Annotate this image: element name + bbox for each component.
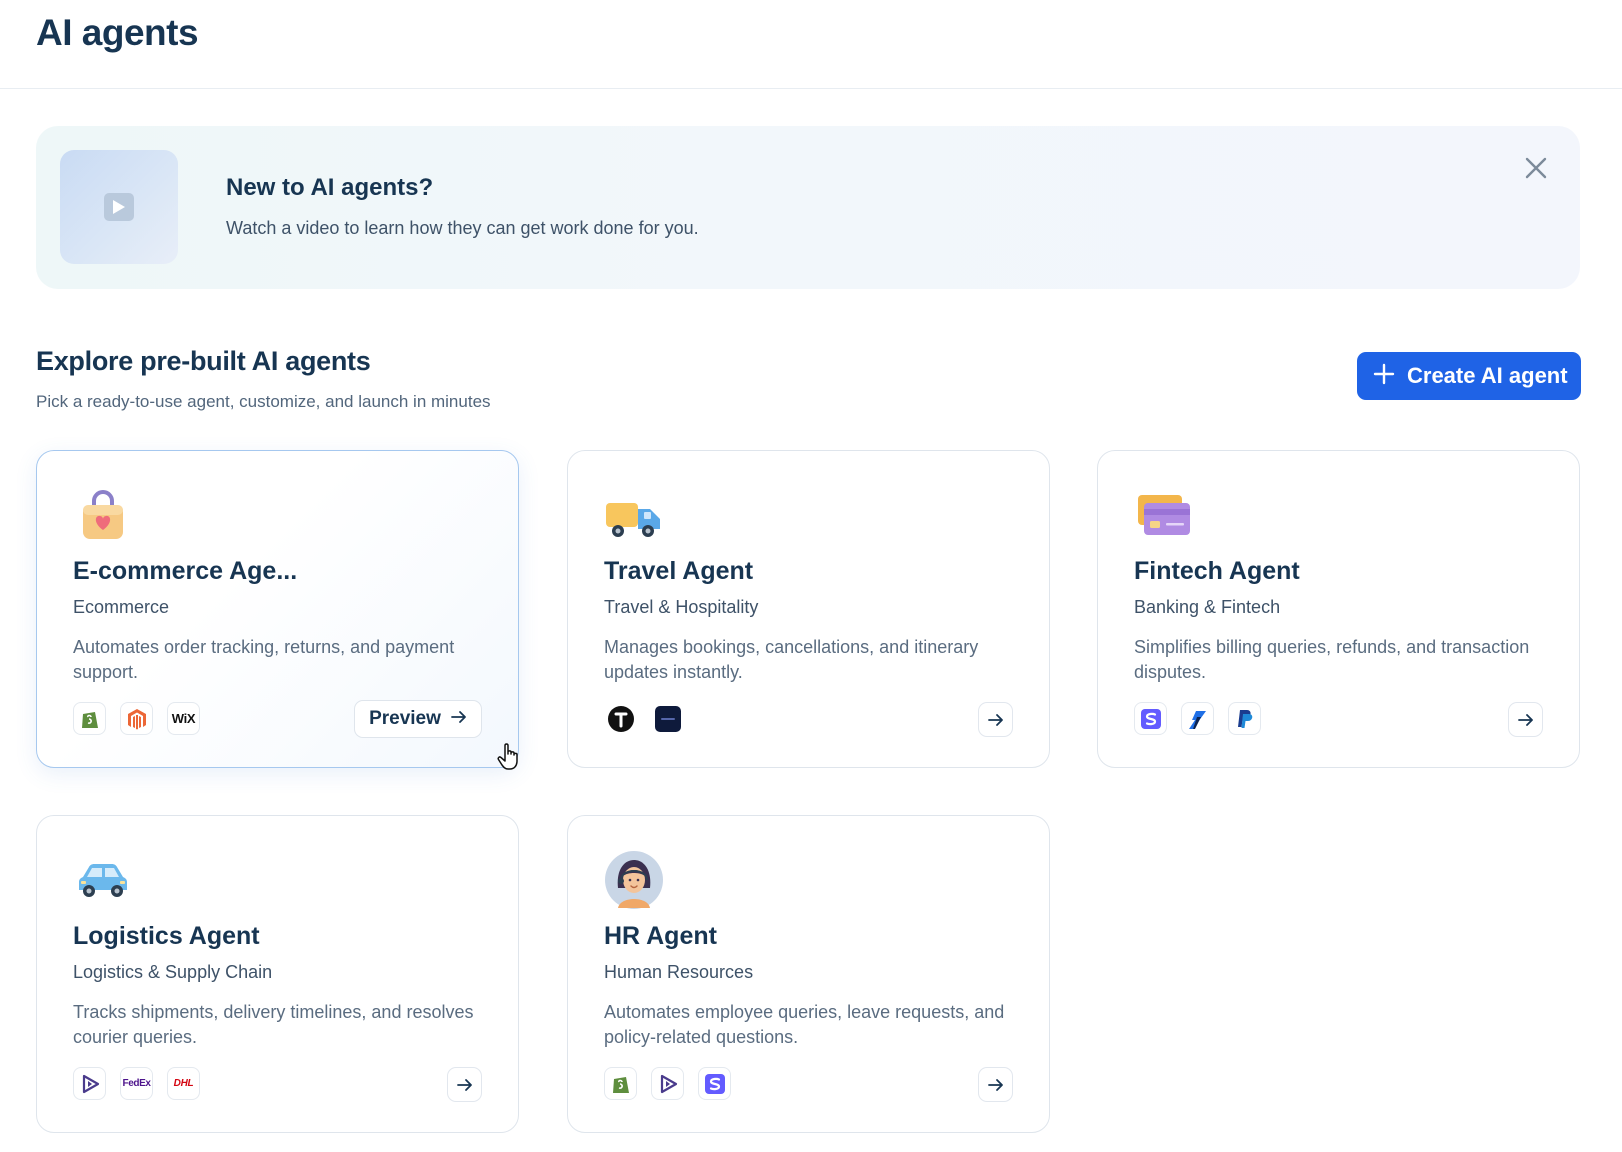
dhl-icon: DHL	[167, 1067, 200, 1100]
preview-label: Preview	[369, 708, 441, 729]
shopify-icon	[604, 1067, 637, 1100]
agent-category: Logistics & Supply Chain	[73, 962, 273, 982]
delivery-truck-icon	[604, 485, 664, 545]
fedex-icon: FedEx	[120, 1067, 153, 1100]
create-ai-agent-button[interactable]: Create AI agent	[1357, 352, 1581, 400]
banner-subtitle: Watch a video to learn how they can get …	[226, 218, 699, 238]
open-agent-button[interactable]	[447, 1067, 482, 1102]
close-icon[interactable]	[1522, 154, 1550, 182]
arrow-right-icon	[451, 710, 467, 729]
agent-name: Logistics Agent	[73, 922, 260, 950]
shopping-bag-icon	[73, 485, 133, 545]
car-icon	[73, 850, 133, 910]
agent-category: Travel & Hospitality	[604, 597, 759, 617]
plus-icon	[1373, 363, 1395, 390]
open-agent-button[interactable]	[978, 702, 1013, 737]
integration-list: FedEx DHL	[73, 1067, 200, 1100]
agent-name: HR Agent	[604, 922, 717, 950]
agent-category: Human Resources	[604, 962, 754, 982]
arrow-right-icon	[1517, 713, 1533, 726]
agent-name: E-commerce Age...	[73, 557, 298, 585]
hand-cursor-icon	[497, 742, 523, 777]
integration-list	[1134, 702, 1261, 735]
open-agent-button[interactable]	[978, 1067, 1013, 1102]
arrow-right-icon	[456, 1078, 472, 1091]
agent-card-hr[interactable]: HR Agent Human Resources Automates emplo…	[567, 815, 1050, 1133]
page-header: AI agents	[0, 0, 1622, 89]
wix-icon: WiX	[167, 702, 200, 735]
agent-card-fintech[interactable]: Fintech Agent Banking & Fintech Simplifi…	[1097, 450, 1580, 768]
agent-card-ecommerce[interactable]: E-commerce Age... Ecommerce Automates or…	[36, 450, 519, 768]
magento-icon	[120, 702, 153, 735]
section-title: Explore pre-built AI agents	[36, 346, 371, 376]
play-logo-icon	[651, 1067, 684, 1100]
agent-name: Fintech Agent	[1134, 557, 1300, 585]
credit-card-icon	[1134, 485, 1194, 545]
stripe-icon	[698, 1067, 731, 1100]
section-subtitle: Pick a ready-to-use agent, customize, an…	[36, 392, 491, 411]
play-icon	[104, 193, 134, 221]
dark-app-icon	[651, 702, 684, 735]
agent-card-travel[interactable]: Travel Agent Travel & Hospitality Manage…	[567, 450, 1050, 768]
razorpay-icon	[1181, 702, 1214, 735]
agent-description: Simplifies billing queries, refunds, and…	[1134, 637, 1530, 682]
create-ai-agent-label: Create AI agent	[1407, 363, 1568, 388]
agent-card-logistics[interactable]: Logistics Agent Logistics & Supply Chain…	[36, 815, 519, 1133]
arrow-right-icon	[987, 1078, 1003, 1091]
integration-list	[604, 702, 684, 735]
agent-description: Tracks shipments, delivery timelines, an…	[73, 1002, 474, 1047]
agent-description: Automates employee queries, leave reques…	[604, 1002, 1005, 1047]
integration-list: WiX	[73, 702, 200, 735]
agent-description: Automates order tracking, returns, and p…	[73, 637, 455, 682]
stripe-icon	[1134, 702, 1167, 735]
agent-category: Ecommerce	[73, 597, 170, 617]
agent-description: Manages bookings, cancellations, and iti…	[604, 637, 979, 682]
paypal-icon	[1228, 702, 1261, 735]
agent-name: Travel Agent	[604, 557, 754, 585]
shopify-icon	[73, 702, 106, 735]
page-title: AI agents	[36, 12, 199, 53]
arrow-right-icon	[987, 713, 1003, 726]
banner-title: New to AI agents?	[226, 174, 434, 201]
tripadvisor-icon	[604, 702, 637, 735]
video-thumbnail[interactable]	[60, 150, 178, 264]
intro-banner: New to AI agents? Watch a video to learn…	[36, 126, 1580, 289]
support-person-icon	[604, 850, 664, 910]
play-logo-icon	[73, 1067, 106, 1100]
integration-list	[604, 1067, 731, 1100]
preview-button[interactable]: Preview	[354, 700, 482, 738]
agent-category: Banking & Fintech	[1134, 597, 1281, 617]
open-agent-button[interactable]	[1508, 702, 1543, 737]
